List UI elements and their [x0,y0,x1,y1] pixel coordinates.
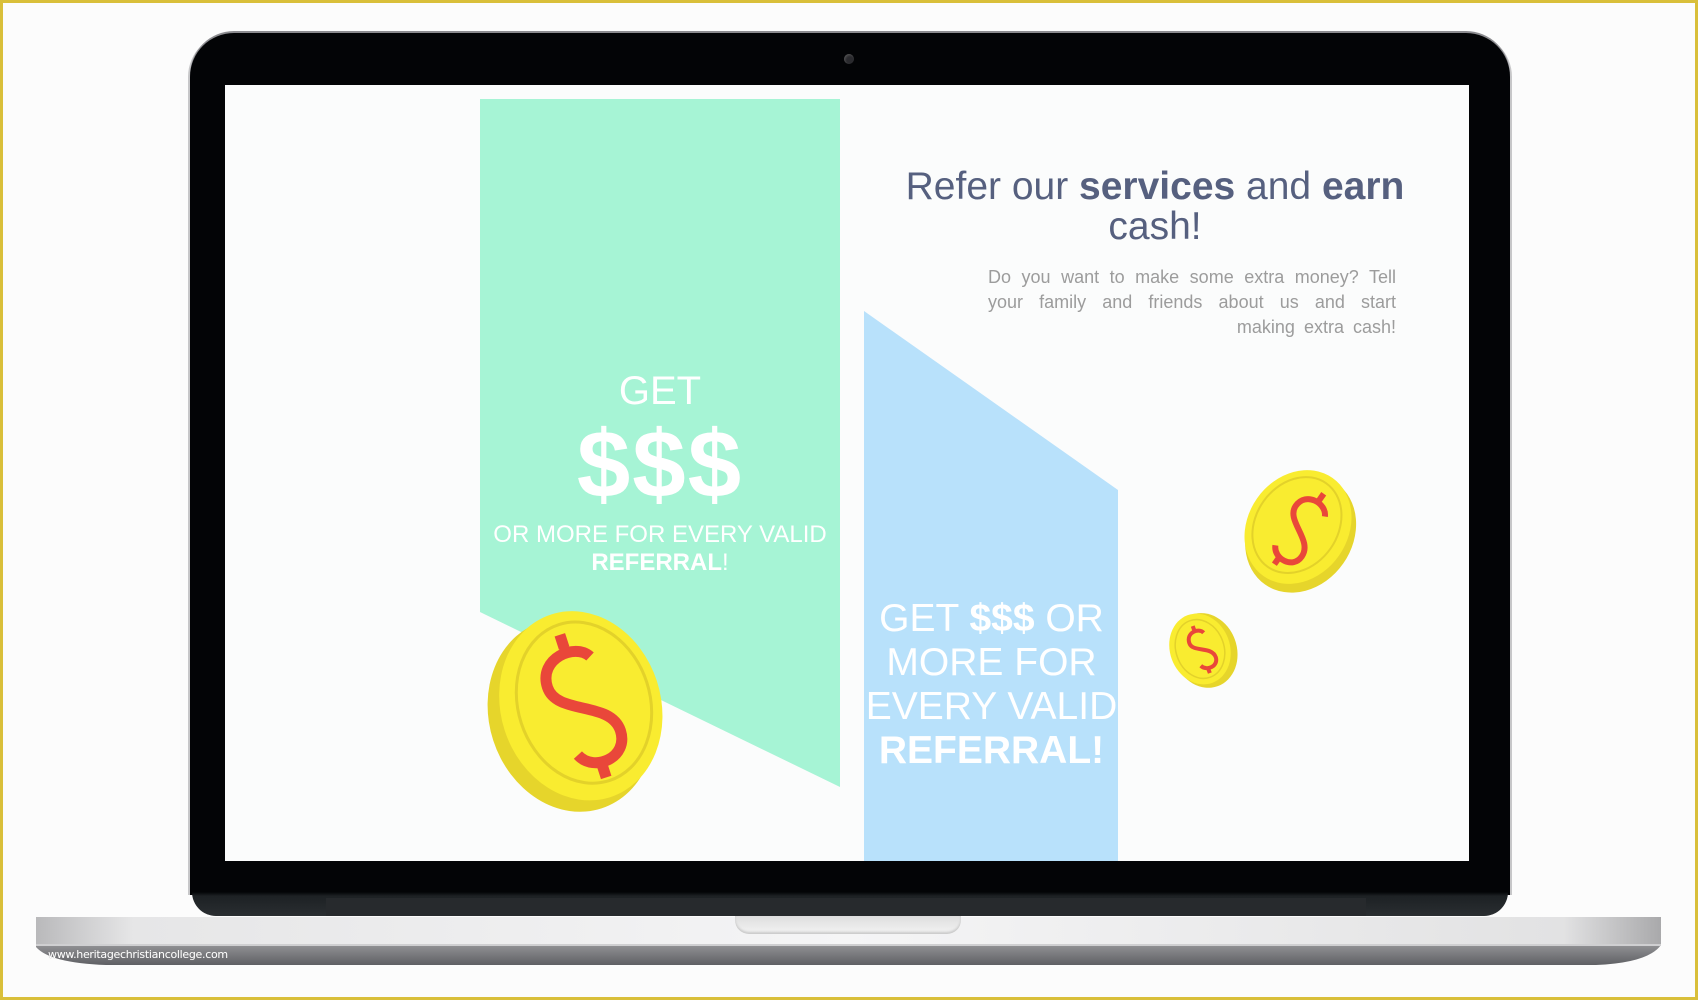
blue-banner-shape [864,311,1118,861]
mint-banner-dollars: $$$ [576,411,744,518]
mint-banner-get: GET [618,369,702,413]
webcam-icon [844,54,854,64]
headline: Refer our services and earn cash! [885,167,1425,247]
blue-referral: REFERRAL! [878,729,1105,772]
blue-get: GET [879,597,970,640]
watermark-text: www.heritagechristiancollege.com [48,948,228,961]
headline-part: Refer our [905,165,1080,208]
laptop-lid-notch [735,916,961,934]
laptop-hinge [326,898,1366,916]
medium-coin-icon [1244,470,1357,593]
headline-bold-services: services [1079,165,1236,208]
blue-dollars: $$$ [969,597,1035,640]
mint-banner-subline: OR MORE FOR EVERY VALID [493,521,827,548]
headline-part: cash! [1108,205,1202,248]
blue-banner-text: GET $$$ OR MORE FOR EVERY VALID REFERRAL… [865,597,1118,773]
headline-part: and [1235,165,1322,208]
mint-referral-word: REFERRAL [591,549,722,576]
headline-bold-earn: earn [1321,165,1405,208]
mint-referral-exclaim: ! [722,549,729,576]
small-coin-icon [1169,613,1238,688]
mint-banner-referral: REFERRAL! [480,549,840,577]
laptop-screen: GET $$$ OR MORE FOR EVERY VALID REFERRAL… [225,85,1469,861]
intro-paragraph: Do you want to make some extra money? Te… [988,267,1396,337]
